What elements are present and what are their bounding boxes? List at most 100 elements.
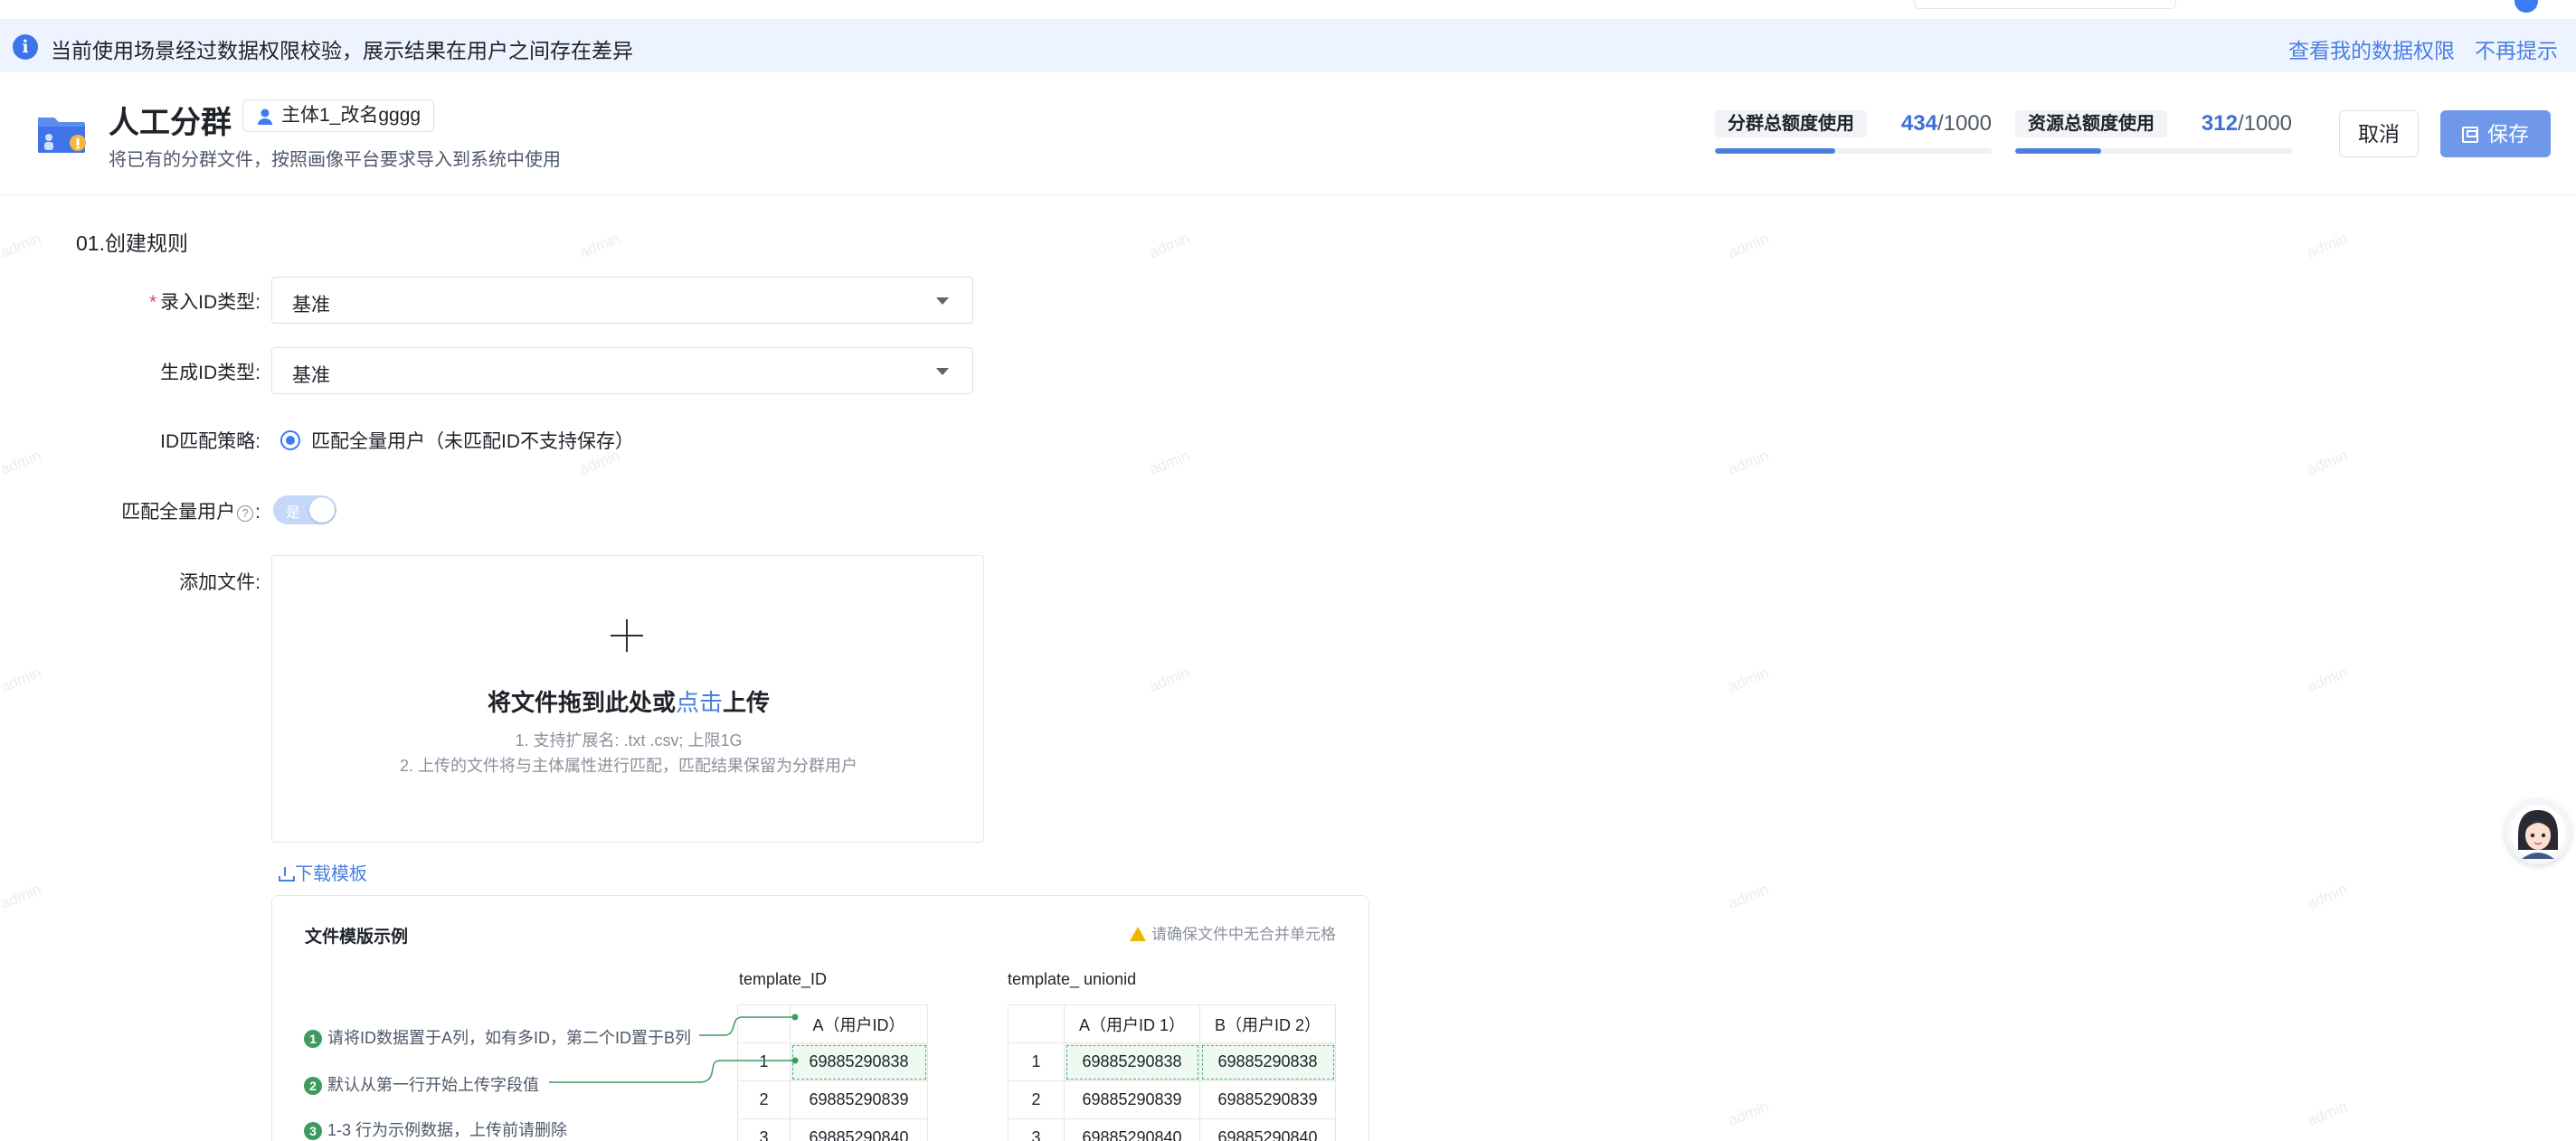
resource-quota-used: 312 (2201, 111, 2238, 136)
example-step-2: 2 默认从第一行开始上传字段值 (304, 1072, 539, 1096)
table-cell: 69885290839 (1064, 1080, 1200, 1119)
assistant-avatar-button[interactable] (2505, 799, 2571, 864)
example-step-3: 3 1-3 行为示例数据，上传前请删除 (304, 1117, 567, 1141)
segment-quota-label: 分群总额度使用 (1715, 110, 1867, 137)
watermark: admin (2304, 1098, 2350, 1130)
resource-quota: 资源总额度使用 312/1000 (2015, 110, 2292, 156)
resource-quota-value: 312/1000 (2202, 110, 2292, 137)
table-row: 3 69885290840 (737, 1118, 928, 1141)
row-number: 1 (737, 1042, 791, 1081)
user-icon (258, 108, 272, 125)
download-icon (279, 867, 295, 882)
entity-tag[interactable]: 主体1_改名gggg (242, 99, 435, 132)
segment-quota-value: 434/1000 (1901, 110, 1992, 137)
upload-title-prefix: 将文件拖到此处或 (487, 689, 676, 716)
page-title: 人工分群 (109, 106, 232, 140)
upload-hint-1: 1. 支持扩展名: .txt .csv; 上限1G (515, 731, 743, 750)
top-strip (0, 0, 2576, 20)
template-example-panel: 文件模版示例 请确保文件中无合并单元格 template_ID template… (271, 895, 1369, 1141)
step-number: 2 (304, 1077, 322, 1095)
upload-title-suffix: 上传 (723, 689, 771, 716)
row-number: 2 (737, 1080, 791, 1119)
segment-quota-fill (1715, 148, 1835, 154)
segment-quota: 分群总额度使用 434/1000 (1715, 110, 1992, 156)
template-unionid-table: A（用户ID 1） B（用户ID 2） 1 69885290838 698852… (1008, 1004, 1336, 1141)
watermark: admin (0, 881, 43, 913)
warning-icon (1130, 927, 1146, 941)
input-id-type-label-text: 录入ID类型: (160, 292, 260, 313)
watermark: admin (2304, 230, 2350, 262)
upload-click-link[interactable]: 点击 (676, 689, 723, 716)
resource-quota-total: /1000 (2237, 111, 2292, 136)
file-upload-dropzone[interactable]: 将文件拖到此处或点击上传 1. 支持扩展名: .txt .csv; 上限1G 2… (271, 555, 984, 843)
row-number: 3 (1008, 1118, 1065, 1141)
assistant-avatar-icon (2511, 805, 2565, 859)
add-file-label: 添加文件: (179, 572, 260, 593)
match-all-radio[interactable] (280, 430, 300, 450)
example-warning: 请确保文件中无合并单元格 (1130, 921, 1336, 944)
segment-quota-total: /1000 (1937, 111, 1992, 136)
match-all-users-label-text: 匹配全量用户 (121, 502, 236, 523)
info-icon: i (13, 34, 38, 60)
table-cell: 69885290840 (1199, 1118, 1336, 1141)
step-text: 默认从第一行开始上传字段值 (327, 1076, 539, 1094)
table-header-cell: A（用户ID） (790, 1004, 928, 1043)
match-all-radio-label[interactable]: 匹配全量用户（未匹配ID不支持保存） (311, 427, 634, 454)
table-corner-cell (737, 1004, 791, 1043)
output-id-type-select[interactable]: 基准 (271, 347, 973, 394)
step-text: 请将ID数据置于A列，如有多ID，第二个ID置于B列 (327, 1029, 692, 1047)
table-cell: 69885290839 (1199, 1080, 1336, 1119)
label-colon: : (255, 502, 260, 523)
segment-quota-used: 434 (1900, 111, 1937, 136)
table-cell: 69885290840 (1064, 1118, 1200, 1141)
entity-tag-label: 主体1_改名gggg (281, 105, 421, 126)
template-id-name: template_ID (739, 970, 828, 988)
watermark: admin (1725, 881, 1771, 913)
match-all-users-label: 匹配全量用户?: (62, 497, 260, 524)
table-cell: 69885290838 (1199, 1042, 1336, 1081)
example-title: 文件模版示例 (305, 928, 409, 947)
template-unionid-name: template_ unionid (1008, 970, 1137, 988)
table-header-cell: A（用户ID 1） (1064, 1004, 1200, 1043)
section-title: 01.创建规则 (76, 231, 188, 255)
watermark: admin (0, 447, 43, 479)
table-row: 1 69885290838 (737, 1042, 928, 1081)
page-subtitle: 将已有的分群文件，按照画像平台要求导入到系统中使用 (109, 150, 561, 170)
folder-group-icon (38, 118, 86, 153)
watermark: admin (1725, 664, 1771, 696)
row-number: 1 (1008, 1042, 1065, 1081)
cancel-button[interactable]: 取消 (2339, 110, 2419, 157)
save-icon (2462, 127, 2478, 143)
permission-notice-bar: i 当前使用场景经过数据权限校验，展示结果在用户之间存在差异 查看我的数据权限 … (0, 20, 2576, 72)
watermark: admin (1725, 1098, 1771, 1130)
toggle-knob (309, 497, 335, 523)
table-header-row: A（用户ID） (737, 1004, 928, 1043)
user-avatar[interactable] (2514, 0, 2538, 13)
table-header-row: A（用户ID 1） B（用户ID 2） (1008, 1004, 1336, 1043)
watermark: admin (0, 664, 43, 696)
save-button[interactable]: 保存 (2440, 110, 2551, 157)
table-row: 2 69885290839 69885290839 (1008, 1080, 1336, 1119)
watermark: admin (2304, 881, 2350, 913)
table-corner-cell (1008, 1004, 1065, 1043)
example-warning-text: 请确保文件中无合并单元格 (1151, 926, 1336, 943)
row-number: 2 (1008, 1080, 1065, 1119)
download-template-link[interactable]: 下载模板 (279, 859, 367, 885)
table-cell: 69885290838 (790, 1042, 928, 1081)
resource-quota-fill (2015, 148, 2102, 154)
global-search-input[interactable] (1914, 0, 2176, 9)
help-icon[interactable]: ? (237, 505, 254, 522)
table-row: 1 69885290838 69885290838 (1008, 1042, 1336, 1081)
input-id-type-value: 基准 (292, 295, 330, 316)
upload-title: 将文件拖到此处或点击上传 (272, 684, 985, 718)
template-id-table: A（用户ID） 1 69885290838 2 69885290839 3 69… (737, 1004, 928, 1141)
view-permission-link[interactable]: 查看我的数据权限 (2288, 33, 2455, 64)
input-id-type-select[interactable]: 基准 (271, 277, 973, 324)
row-number: 3 (737, 1118, 791, 1141)
match-all-toggle[interactable]: 是 (273, 495, 336, 524)
resource-quota-progress (2015, 148, 2292, 154)
watermark: admin (2304, 447, 2350, 479)
page-header: 人工分群 主体1_改名gggg 将已有的分群文件，按照画像平台要求导入到系统中使… (0, 72, 2576, 195)
dismiss-notice-link[interactable]: 不再提示 (2475, 33, 2558, 64)
watermark: admin (2304, 664, 2350, 696)
